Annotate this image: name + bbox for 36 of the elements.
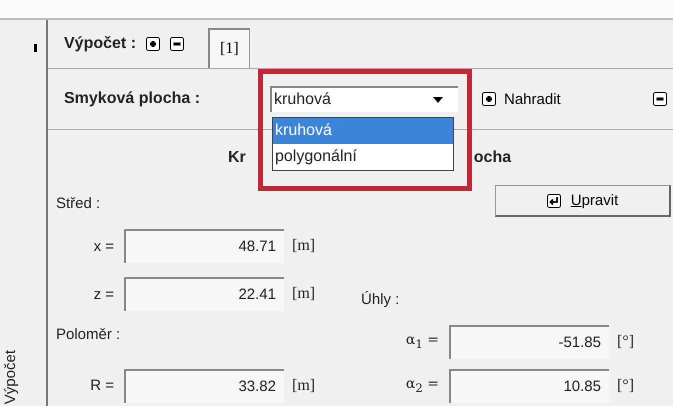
field-label: x = <box>92 238 115 254</box>
unit-label: [°] <box>617 376 634 394</box>
field-label: R = <box>89 377 115 394</box>
surface-dropdown[interactable]: kruhová <box>270 86 458 112</box>
section-heading: Kr <box>228 148 246 166</box>
value-field[interactable]: 48.71 <box>124 229 284 263</box>
slip-surface-label: Smyková plocha : <box>64 90 202 108</box>
dropdown-arrow-icon[interactable] <box>432 96 444 104</box>
marker-icon <box>34 44 37 52</box>
minus-icon[interactable] <box>170 37 184 51</box>
unit-label: [m] <box>292 285 316 303</box>
edit-button[interactable]: Upravit <box>495 185 671 217</box>
replace-button[interactable]: Nahradit <box>482 90 561 108</box>
calculation-tab[interactable]: [1] <box>208 28 250 68</box>
field-label: α$_{2}$ = <box>404 376 440 395</box>
section-heading: ocha <box>474 148 512 166</box>
radius-label: Poloměr : <box>55 325 122 343</box>
minus-icon[interactable] <box>653 92 667 106</box>
dropdown-option[interactable]: polygonální <box>273 144 453 170</box>
field-label: α$_{1}$ = <box>404 332 440 351</box>
angles-label: Úhly : <box>360 291 400 310</box>
unit-label: [m] <box>292 376 316 394</box>
enter-icon <box>546 194 561 208</box>
value-field[interactable]: 10.85 <box>449 368 609 402</box>
value-field[interactable]: 22.41 <box>124 277 284 311</box>
unit-label: [m] <box>292 237 316 255</box>
dropdown-option[interactable]: kruhová <box>273 118 453 144</box>
plus-icon <box>482 92 496 106</box>
center-label: Střed : <box>55 195 102 212</box>
field-label: z = <box>92 286 115 302</box>
plus-icon[interactable] <box>146 37 160 51</box>
sidebar-label[interactable]: Výpočet <box>2 350 19 404</box>
value-field[interactable]: 33.82 <box>124 368 284 402</box>
value-field[interactable]: -51.85 <box>449 324 609 358</box>
calculation-label: Výpočet : <box>64 35 136 53</box>
unit-label: [°] <box>617 332 634 350</box>
